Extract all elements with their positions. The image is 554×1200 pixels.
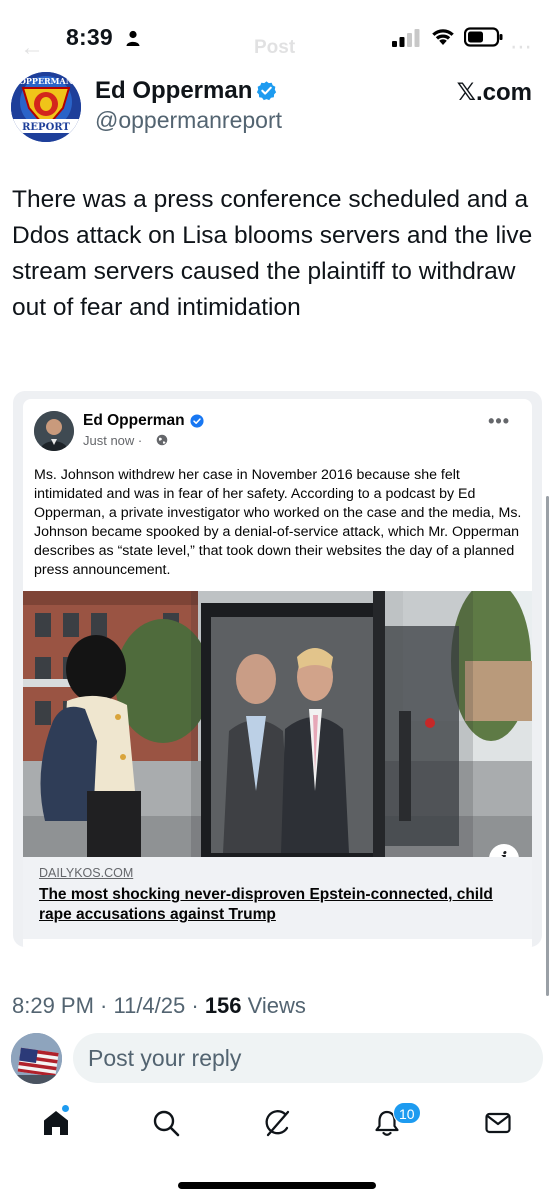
person-icon xyxy=(126,30,140,46)
fb-more-options-icon: ••• xyxy=(488,411,510,431)
scrollbar[interactable] xyxy=(546,496,549,996)
facebook-post-screenshot: Ed Opperman Just now · ••• Ms. Johnson w… xyxy=(23,399,532,947)
fb-verified-icon xyxy=(190,414,204,428)
embedded-image-card[interactable]: Ed Opperman Just now · ••• Ms. Johnson w… xyxy=(13,391,542,947)
ghost-nav-title: Post xyxy=(254,37,296,58)
fb-post-body: Ms. Johnson withdrew her case in Novembe… xyxy=(34,467,522,578)
news-photo: i xyxy=(23,591,532,857)
svg-text:REPORT: REPORT xyxy=(22,122,70,133)
post-timestamp: 8:29 PM · 11/4/25 · xyxy=(12,993,205,1018)
x-com-source-label: 𝕏.com xyxy=(456,79,532,106)
current-user-avatar[interactable] xyxy=(11,1033,62,1084)
globe-icon xyxy=(156,434,168,446)
ghost-more-icon: ⋯ xyxy=(510,34,532,59)
cellular-signal-icon xyxy=(392,29,420,47)
link-domain: DAILYKOS.COM xyxy=(39,866,134,880)
fb-author-avatar xyxy=(34,411,74,451)
battery-icon xyxy=(464,27,503,47)
bottom-tab-bar xyxy=(0,1100,554,1150)
views-label: Views xyxy=(241,993,306,1018)
opperman-report-logo: OPPERMAN REPORT xyxy=(11,72,81,142)
home-unread-dot xyxy=(61,1104,70,1113)
post-text: There was a press conference scheduled a… xyxy=(12,186,533,321)
post-metadata: 8:29 PM · 11/4/25 · 156 Views xyxy=(12,993,306,1019)
notification-count-badge: 10 xyxy=(393,1102,421,1124)
verified-badge-icon xyxy=(256,81,277,101)
link-headline: The most shocking never-disproven Epstei… xyxy=(39,886,493,923)
wifi-icon xyxy=(432,29,454,45)
status-time: 8:39 xyxy=(66,24,113,50)
search-icon[interactable] xyxy=(151,1108,181,1138)
link-preview: DAILYKOS.COM The most shocking never-dis… xyxy=(23,857,532,939)
status-bar: ← Post ⋯ 8:39 xyxy=(0,0,554,78)
views-count: 156 xyxy=(204,993,242,1018)
author-display-name[interactable]: Ed Opperman xyxy=(95,77,252,105)
messages-icon[interactable] xyxy=(483,1108,513,1138)
flag-avatar-image xyxy=(11,1033,62,1084)
fb-timestamp: Just now · xyxy=(83,433,143,448)
author-avatar[interactable]: OPPERMAN REPORT xyxy=(11,72,81,142)
fb-author-name: Ed Opperman xyxy=(83,412,185,429)
grok-icon[interactable] xyxy=(262,1108,292,1138)
author-handle[interactable]: @oppermanreport xyxy=(95,107,282,134)
ghost-back-arrow-icon: ← xyxy=(20,34,44,61)
reply-input[interactable] xyxy=(73,1033,543,1083)
home-indicator[interactable] xyxy=(178,1182,376,1189)
svg-text:OPPERMAN: OPPERMAN xyxy=(19,76,73,86)
